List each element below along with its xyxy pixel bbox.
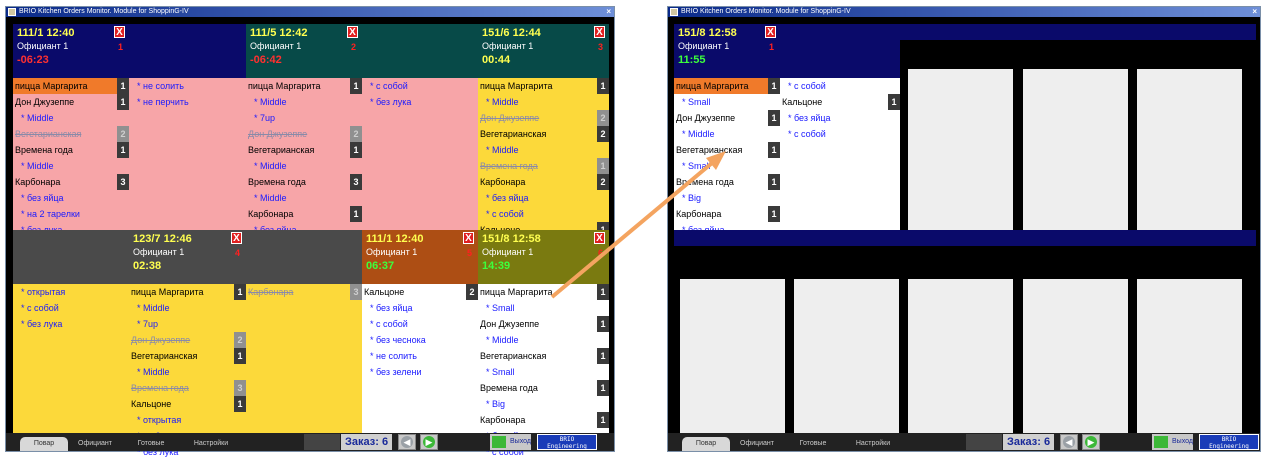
- arrow-overlay: [550, 151, 726, 299]
- arrow-line: [550, 156, 720, 299]
